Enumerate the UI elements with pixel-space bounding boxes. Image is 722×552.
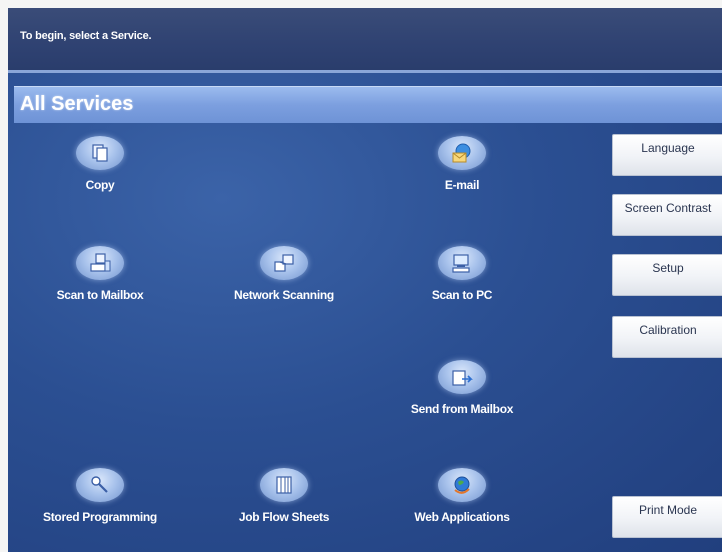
service-label: Network Scanning bbox=[234, 288, 334, 302]
service-scan-to-mailbox[interactable]: Scan to Mailbox bbox=[30, 246, 170, 316]
service-label: Scan to Mailbox bbox=[56, 288, 144, 302]
service-label: Web Applications bbox=[414, 510, 510, 524]
service-web-applications[interactable]: Web Applications bbox=[392, 468, 532, 538]
setup-button[interactable]: Setup bbox=[612, 254, 722, 296]
language-button[interactable]: Language bbox=[612, 134, 722, 176]
service-send-from-mailbox[interactable]: Send from Mailbox bbox=[392, 360, 532, 430]
service-label: Send from Mailbox bbox=[410, 402, 514, 416]
service-label: E-mail bbox=[444, 178, 480, 192]
service-label: Copy bbox=[85, 178, 115, 192]
service-label: Stored Programming bbox=[43, 510, 157, 524]
service-email[interactable]: E-mail bbox=[392, 136, 532, 206]
email-icon bbox=[438, 136, 486, 170]
network-scanning-icon bbox=[260, 246, 308, 280]
prompt-text: To begin, select a Service. bbox=[20, 30, 152, 42]
service-stored-programming[interactable]: Stored Programming bbox=[30, 468, 170, 538]
send-from-mailbox-icon bbox=[438, 360, 486, 394]
service-label: Scan to PC bbox=[431, 288, 493, 302]
screen-contrast-button[interactable]: Screen Contrast bbox=[612, 194, 722, 236]
all-services-title-bar: All Services bbox=[14, 86, 722, 123]
job-flow-sheets-icon bbox=[260, 468, 308, 502]
touch-screen: To begin, select a Service. All Services… bbox=[8, 8, 722, 552]
copy-icon bbox=[76, 136, 124, 170]
scan-to-mailbox-icon bbox=[76, 246, 124, 280]
page-title: All Services bbox=[20, 93, 134, 115]
scan-to-pc-icon bbox=[438, 246, 486, 280]
service-label: Job Flow Sheets bbox=[238, 510, 330, 524]
web-applications-icon bbox=[438, 468, 486, 502]
service-scan-to-pc[interactable]: Scan to PC bbox=[392, 246, 532, 316]
print-mode-button[interactable]: Print Mode bbox=[612, 496, 722, 538]
calibration-button[interactable]: Calibration bbox=[612, 316, 722, 358]
service-job-flow-sheets[interactable]: Job Flow Sheets bbox=[214, 468, 354, 538]
service-network-scanning[interactable]: Network Scanning bbox=[214, 246, 354, 316]
prompt-bar: To begin, select a Service. bbox=[8, 8, 722, 73]
service-copy[interactable]: Copy bbox=[30, 136, 170, 206]
stored-programming-icon bbox=[76, 468, 124, 502]
